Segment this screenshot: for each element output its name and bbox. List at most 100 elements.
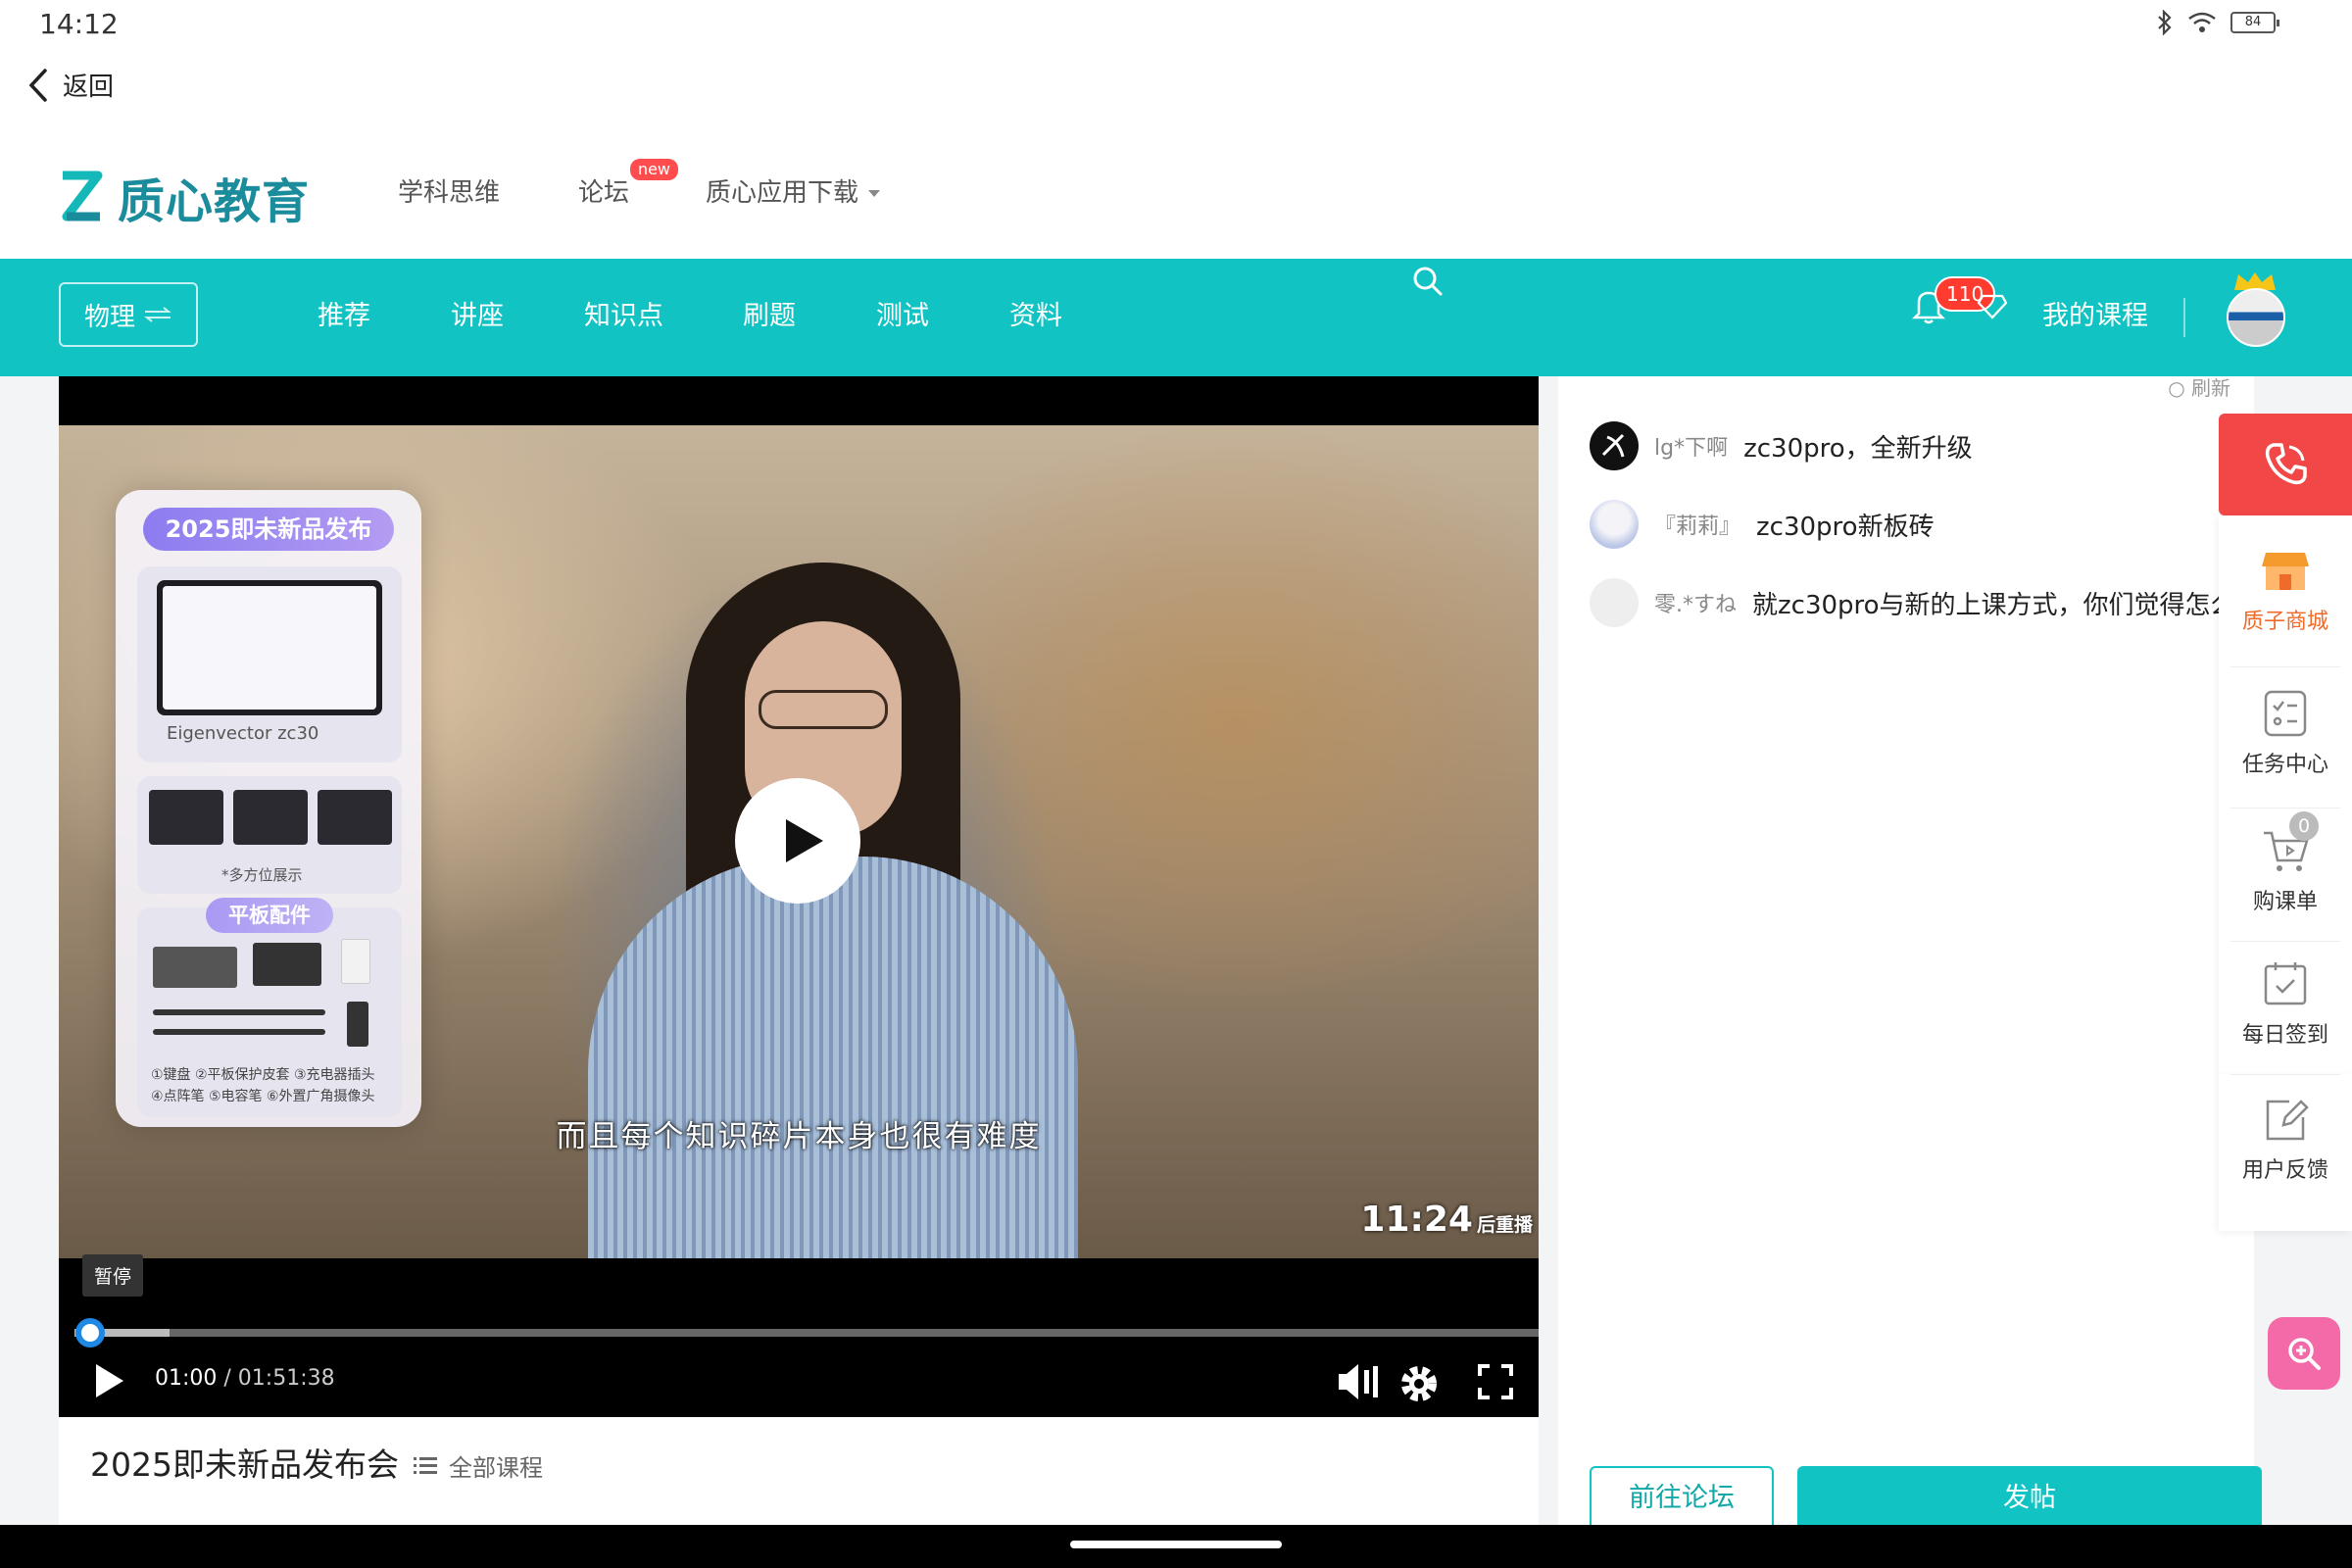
status-bar: 14:12 84 (0, 0, 2352, 49)
accessories-list-line-1: ①键盘 ②平板保护皮套 ③充电器插头 (151, 1067, 375, 1083)
tool-divider (2230, 666, 2340, 667)
device-brand: Eigenvector zc30 (167, 723, 319, 744)
feedback-label: 用户反馈 (2241, 1158, 2328, 1183)
go-to-forum-button[interactable]: 前往论坛 (1590, 1466, 1774, 1531)
brand-logo[interactable]: 质心教育 (57, 163, 310, 231)
nav-lectures[interactable]: 讲座 (451, 294, 504, 332)
fullscreen-icon[interactable] (1478, 1364, 1513, 1399)
app-page: 14:12 84 返回 质心教育 学科思维 论坛 new 质心应用下载 物理 推… (0, 0, 2352, 1568)
cart-button[interactable]: 0 购课单 (2219, 811, 2352, 915)
shop-button[interactable]: 质子商城 (2219, 545, 2352, 635)
status-time: 14:12 (39, 8, 119, 40)
caret-down-icon (868, 190, 881, 197)
refresh-button[interactable]: ○ 刷新 (2168, 372, 2230, 401)
phone-icon (2265, 443, 2307, 485)
task-center-button[interactable]: 任务中心 (2219, 688, 2352, 778)
presenter-glasses (759, 690, 888, 729)
video-subtitle: 而且每个知识碎片本身也很有难度 (556, 1119, 1042, 1154)
chat-message: 零.*すね 就zc30pro与新的上课方式，你们觉得怎么 (1590, 578, 2236, 627)
nav-tests[interactable]: 测试 (876, 294, 929, 332)
charger-image (341, 939, 370, 984)
pen-image-2 (153, 1029, 325, 1035)
nav-knowledge-points[interactable]: 知识点 (584, 294, 663, 332)
promo-device-card: Eigenvector zc30 (137, 566, 402, 762)
cart-label: 购课单 (2252, 890, 2318, 914)
back-button[interactable]: 返回 (27, 67, 114, 103)
daily-checkin-button[interactable]: 每日签到 (2219, 958, 2352, 1049)
back-label: 返回 (63, 73, 115, 102)
progress-bar[interactable] (74, 1318, 1539, 1348)
chat-avatar (1590, 500, 1639, 549)
accessories-title: 平板配件 (206, 898, 333, 933)
post-button[interactable]: 发帖 (1797, 1466, 2262, 1531)
big-play-button[interactable] (735, 778, 860, 904)
new-badge: new (629, 159, 679, 180)
video-player[interactable]: 2025即未新品发布 Eigenvector zc30 *多方位展示 平板配件 (59, 376, 1539, 1417)
topnav-app-download[interactable]: 质心应用下载 (706, 172, 881, 209)
chat-avatar (1590, 421, 1639, 470)
subject-switcher[interactable]: 物理 (59, 282, 198, 347)
zoom-button[interactable] (2268, 1317, 2340, 1390)
all-courses-link[interactable]: 全部课程 (414, 1448, 543, 1483)
accessories-list-line-2: ④点阵笔 ⑤电容笔 ⑥外置广角摄像头 (151, 1089, 375, 1104)
settings-gear-icon[interactable] (1396, 1360, 1443, 1407)
system-nav-bar (0, 1525, 2352, 1568)
shop-label: 质子商城 (2241, 610, 2328, 634)
home-indicator[interactable] (1070, 1541, 1282, 1548)
topnav-forum[interactable]: 论坛 new (578, 159, 679, 209)
shop-icon (2260, 545, 2311, 596)
wifi-icon (2188, 12, 2216, 32)
chat-username: 零.*すね (1654, 593, 1737, 617)
notifications[interactable]: 110 (1911, 276, 2007, 329)
chat-text: zc30pro新板砖 (1756, 512, 1935, 542)
brand-name: 质心教育 (118, 174, 311, 229)
diamond-icon (1978, 294, 2007, 319)
video-title: 2025即未新品发布会 (90, 1446, 399, 1484)
play-icon[interactable] (96, 1364, 123, 1397)
topnav-forum-label: 论坛 (578, 178, 630, 208)
chat-message: 『莉莉』 zc30pro新板砖 (1590, 500, 1935, 549)
my-courses-link[interactable]: 我的课程 (2042, 294, 2148, 332)
refresh-icon: ○ (2168, 376, 2185, 400)
promo-title: 2025即未新品发布 (143, 508, 394, 551)
search-icon[interactable] (1411, 265, 1445, 298)
topnav-app-download-label: 质心应用下载 (706, 178, 859, 208)
replay-countdown: 11:24 后重播 (1360, 1200, 1533, 1240)
bluetooth-icon (2158, 10, 2172, 35)
volume-mute-icon[interactable] (1335, 1360, 1380, 1403)
battery-icon: 84 (2230, 12, 2279, 33)
current-time: 01:00 (155, 1366, 218, 1391)
system-icons: 84 (2156, 10, 2279, 35)
switch-arrows-icon (144, 307, 172, 322)
nav-divider (2183, 298, 2185, 337)
site-header: 质心教育 学科思维 论坛 new 质心应用下载 (0, 127, 2352, 259)
nav-recommend[interactable]: 推荐 (318, 294, 370, 332)
user-avatar[interactable] (2227, 288, 2285, 347)
topnav-subject-thinking[interactable]: 学科思维 (398, 172, 500, 209)
call-button[interactable] (2219, 414, 2352, 515)
chevron-left-icon (28, 68, 47, 102)
chat-username: 『莉莉』 (1654, 514, 1741, 539)
logo-z-icon (62, 171, 103, 221)
chat-message: lg*下啊 zc30pro，全新升级 (1590, 421, 1973, 470)
refresh-label: 刷新 (2191, 376, 2230, 400)
tablet-view-1 (149, 790, 223, 845)
player-controls: 01:00 / 01:51:38 (59, 1347, 1539, 1417)
promo-panel: 2025即未新品发布 Eigenvector zc30 *多方位展示 平板配件 (116, 490, 421, 1127)
pen-image-1 (153, 1009, 325, 1015)
daily-checkin-label: 每日签到 (2241, 1023, 2328, 1048)
chat-text: zc30pro，全新升级 (1743, 433, 1973, 464)
cart-icon: 0 (2260, 811, 2319, 876)
replay-label: 后重播 (1476, 1214, 1533, 1236)
case-image (253, 943, 321, 986)
total-time: / 01:51:38 (217, 1366, 335, 1391)
pause-tooltip: 暂停 (82, 1254, 144, 1297)
tool-divider (2230, 941, 2340, 942)
feedback-button[interactable]: 用户反馈 (2219, 1094, 2352, 1184)
progress-handle[interactable] (75, 1318, 106, 1348)
floating-toolbar: 质子商城 任务中心 0 购课单 每日签到 (2219, 515, 2352, 1074)
main-nav: 物理 推荐 讲座 知识点 刷题 测试 资料 110 我的课程 (0, 259, 2352, 376)
nav-practice[interactable]: 刷题 (743, 294, 796, 332)
avatar-logo-icon (1601, 433, 1625, 458)
nav-materials[interactable]: 资料 (1009, 294, 1062, 332)
